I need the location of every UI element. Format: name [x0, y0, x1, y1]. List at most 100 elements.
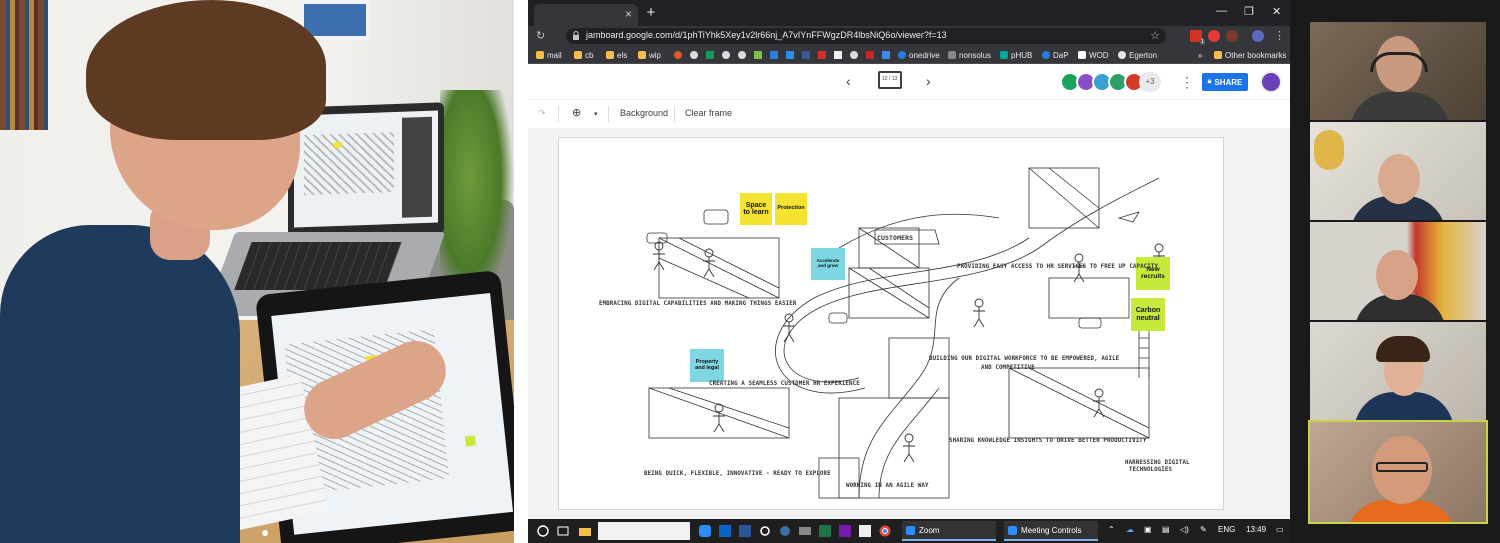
- bookmark-site-icon: [1118, 51, 1126, 59]
- bookmark-els[interactable]: els: [606, 48, 627, 62]
- bookmark-nonsolus[interactable]: nonsolus: [948, 48, 991, 62]
- taskbar-app-meeting-controls[interactable]: Meeting Controls: [1004, 521, 1098, 541]
- participant-face: [1378, 154, 1420, 204]
- chrome-menu-icon[interactable]: ⋮: [1274, 29, 1285, 42]
- bookmark-site-icon[interactable]: [818, 51, 826, 59]
- network-icon[interactable]: ▤: [1162, 525, 1170, 534]
- bookmark-site-icon[interactable]: [866, 51, 874, 59]
- more-collaborators-badge[interactable]: +3: [1139, 72, 1161, 92]
- bookmark-site-icon[interactable]: [802, 51, 810, 59]
- zoom-icon[interactable]: ⊕: [572, 106, 581, 119]
- settings-gear-icon[interactable]: [758, 524, 772, 538]
- sticky-note-property-and-legal[interactable]: Property and legal: [690, 349, 724, 382]
- window-maximize-button[interactable]: ❐: [1244, 5, 1254, 18]
- bookmark-site-icon[interactable]: [770, 51, 778, 59]
- volume-icon[interactable]: ◁): [1180, 525, 1189, 534]
- bookmark-site-icon[interactable]: [850, 51, 858, 59]
- bookmark-site-icon[interactable]: [722, 51, 730, 59]
- bookmark-mail[interactable]: mail: [536, 48, 562, 62]
- lock-icon: 🔒︎: [1207, 78, 1212, 85]
- tab-close-icon[interactable]: ×: [625, 7, 632, 21]
- taskbar-search-box[interactable]: [598, 522, 690, 540]
- window-minimize-button[interactable]: —: [1216, 5, 1227, 17]
- task-view-icon[interactable]: [556, 524, 570, 538]
- bookmark-dap[interactable]: DaP: [1042, 48, 1069, 62]
- reload-icon[interactable]: ↻: [536, 29, 545, 42]
- photo-person-shirt: [0, 225, 240, 543]
- extension-badge: 1: [1199, 39, 1205, 45]
- note-app-icon[interactable]: [858, 524, 872, 538]
- next-frame-button[interactable]: ›: [926, 73, 931, 89]
- notifications-icon[interactable]: ▭: [1276, 525, 1284, 534]
- participant-video-tile[interactable]: [1310, 122, 1486, 220]
- windows-start-icon[interactable]: [536, 524, 550, 538]
- extension-red-icon[interactable]: 1: [1190, 30, 1205, 45]
- bookmark-site-icon[interactable]: [754, 51, 762, 59]
- profile-avatar[interactable]: [1252, 30, 1264, 42]
- sticky-note-new-recruits[interactable]: New recruits: [1136, 257, 1170, 290]
- taskbar-clock[interactable]: 13:49: [1246, 525, 1266, 534]
- photo-pager-dot: [262, 530, 268, 536]
- bookmark-drive-icon[interactable]: [706, 51, 714, 59]
- tray-app-icon[interactable]: ▣: [1144, 525, 1152, 534]
- bookmark-phub[interactable]: pHUB: [1000, 48, 1032, 62]
- language-indicator[interactable]: ENG: [1218, 525, 1235, 534]
- bookmarks-overflow-button[interactable]: »: [1198, 48, 1202, 62]
- redo-icon[interactable]: ↷: [538, 108, 546, 119]
- sticky-note-space-to-learn[interactable]: Space to learn: [740, 193, 772, 225]
- jamboard-header: ‹ 12 / 13 › +3 ⋮ 🔒︎ SHARE: [528, 64, 1290, 100]
- bookmark-cb[interactable]: cb: [574, 48, 593, 62]
- steam-icon[interactable]: [778, 524, 792, 538]
- tray-chevron-up-icon[interactable]: ⌃: [1108, 525, 1115, 534]
- bookmarks-bar: mail cb els wip onedrive nonsolus pHUB D…: [528, 46, 1290, 64]
- participant-video-tile[interactable]: [1310, 222, 1486, 320]
- excel-icon[interactable]: [818, 524, 832, 538]
- outlook-icon[interactable]: [718, 524, 732, 538]
- more-options-icon[interactable]: ⋮: [1180, 74, 1194, 91]
- word-icon[interactable]: [738, 524, 752, 538]
- clear-frame-button[interactable]: Clear frame: [685, 108, 732, 118]
- cloud-icon: [898, 51, 906, 59]
- prev-frame-button[interactable]: ‹: [846, 73, 851, 89]
- jamboard-frame[interactable]: Space to learn Protection Accelerate and…: [558, 137, 1224, 510]
- bookmark-site-icon[interactable]: [834, 51, 842, 59]
- file-explorer-icon[interactable]: [578, 524, 592, 538]
- pen-icon[interactable]: ✎: [1200, 525, 1207, 534]
- extension-search-icon[interactable]: [1226, 30, 1238, 42]
- tab-jamboard[interactable]: ×: [534, 4, 638, 26]
- chrome-icon[interactable]: [878, 524, 892, 538]
- sticky-note-carbon-neutral[interactable]: Carbon neutral: [1131, 298, 1165, 331]
- onenote-icon[interactable]: [838, 524, 852, 538]
- participant-video-tile[interactable]: [1310, 322, 1486, 420]
- zoom-app-icon[interactable]: [698, 524, 712, 538]
- background-button[interactable]: Background: [620, 108, 668, 118]
- chevron-down-icon[interactable]: ▾: [594, 110, 598, 118]
- cloud-icon: [1042, 51, 1050, 59]
- bookmark-star-icon[interactable]: ☆: [1150, 29, 1160, 42]
- extension-shield-icon[interactable]: [1208, 30, 1220, 42]
- bookmark-site-icon[interactable]: [690, 51, 698, 59]
- bookmark-onedrive[interactable]: onedrive: [898, 48, 940, 62]
- participant-video-tile-active-speaker[interactable]: [1308, 420, 1488, 524]
- onedrive-cloud-icon[interactable]: ☁︎: [1126, 525, 1134, 534]
- share-button[interactable]: 🔒︎ SHARE: [1202, 73, 1248, 91]
- bookmark-site-icon[interactable]: [674, 51, 682, 59]
- new-tab-button[interactable]: +: [642, 4, 660, 21]
- window-close-button[interactable]: ✕: [1272, 5, 1281, 18]
- sticky-note-accelerate-and-grow[interactable]: Accelerate and grow: [811, 248, 845, 280]
- mail-icon[interactable]: [798, 524, 812, 538]
- user-avatar[interactable]: [1260, 71, 1282, 93]
- bookmark-site-icon[interactable]: [882, 51, 890, 59]
- frame-selector[interactable]: 12 / 13: [878, 71, 902, 89]
- bookmark-wod[interactable]: WOD: [1078, 48, 1109, 62]
- taskbar-app-zoom[interactable]: Zoom: [902, 521, 996, 541]
- sticky-note-protection[interactable]: Protection: [775, 193, 807, 225]
- bookmark-site-icon[interactable]: [738, 51, 746, 59]
- participant-video-tile[interactable]: [1310, 22, 1486, 120]
- lamp-decoration: [1314, 130, 1344, 170]
- bookmark-site-icon[interactable]: [786, 51, 794, 59]
- bookmark-egerton[interactable]: Egerton: [1118, 48, 1157, 62]
- bookmark-wip[interactable]: wip: [638, 48, 661, 62]
- omnibox[interactable]: jamboard.google.com/d/1phTiYhk5Xey1v2lr6…: [566, 28, 1166, 44]
- bookmark-other[interactable]: Other bookmarks: [1214, 48, 1286, 62]
